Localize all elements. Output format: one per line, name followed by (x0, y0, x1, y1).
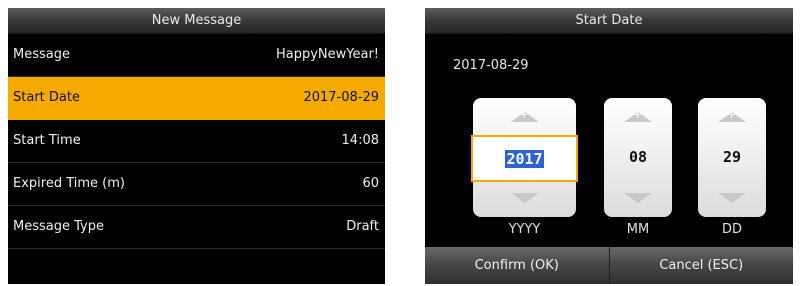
menu-row-start-date[interactable]: Start Date 2017-08-29 (8, 77, 385, 120)
month-unit-label: MM (626, 222, 650, 237)
menu-row-label: Expired Time (m) (13, 176, 125, 191)
menu-row-message[interactable]: Message HappyNewYear! (8, 34, 385, 77)
arrow-up-icon[interactable] (718, 110, 746, 122)
new-message-screen: New Message Message HappyNewYear! Start … (8, 8, 385, 284)
month-spinner[interactable]: 08 (604, 98, 672, 217)
menu-row-value: 2017-08-29 (303, 90, 379, 105)
menu-row-value: HappyNewYear! (275, 47, 379, 62)
day-value[interactable]: 29 (698, 135, 766, 178)
screen-title: New Message (8, 8, 385, 34)
menu-row-message-type[interactable]: Message Type Draft (8, 206, 385, 249)
menu-row-expired-time[interactable]: Expired Time (m) 60 (8, 163, 385, 206)
arrow-up-icon[interactable] (624, 110, 652, 122)
menu-row-label: Start Date (13, 90, 80, 105)
year-value[interactable]: 2017 (471, 135, 578, 182)
menu-row-start-time[interactable]: Start Time 14:08 (8, 120, 385, 163)
menu-row-label: Message Type (13, 219, 104, 234)
month-value[interactable]: 08 (604, 135, 672, 178)
menu-row-value: Draft (346, 219, 379, 234)
day-spinner[interactable]: 29 (698, 98, 766, 217)
action-bar: Confirm (OK) Cancel (ESC) (425, 247, 793, 284)
menu-row-label: Message (13, 47, 70, 62)
arrow-up-icon[interactable] (510, 110, 539, 122)
screen-title: Start Date (425, 8, 793, 34)
arrow-down-icon[interactable] (718, 193, 746, 203)
menu-row-label: Start Time (13, 133, 81, 148)
year-unit-label: YYYY (508, 222, 541, 237)
menu-row-value: 14:08 (341, 133, 379, 148)
menu-row-value: 60 (362, 176, 379, 191)
confirm-button[interactable]: Confirm (OK) (425, 247, 609, 284)
start-date-screen: Start Date 2017-08-29 2017 YYYY 08 MM 29… (425, 8, 793, 284)
arrow-down-icon[interactable] (510, 193, 539, 203)
day-unit-label: DD (721, 222, 743, 237)
cancel-button[interactable]: Cancel (ESC) (608, 247, 794, 284)
current-date-display: 2017-08-29 (453, 58, 529, 73)
arrow-down-icon[interactable] (624, 193, 652, 203)
year-spinner[interactable]: 2017 (471, 98, 578, 217)
